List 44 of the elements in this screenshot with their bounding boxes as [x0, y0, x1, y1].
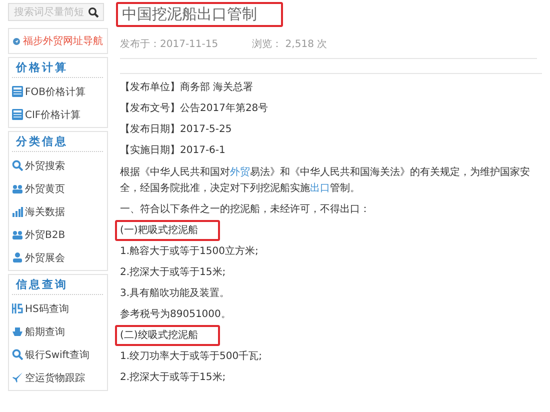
- text-line: 2.挖深大于或等于15米;: [119, 370, 227, 385]
- sidebar-item[interactable]: 外贸搜索: [12, 154, 103, 177]
- person-icon: [12, 252, 23, 263]
- text-line: 一、符合以下条件之一的挖泥船，未经许可，不得出口：: [119, 202, 371, 217]
- sidebar-item[interactable]: 空运货物跟踪: [12, 366, 103, 389]
- text-line: 1.绞刀功率大于或等于500千瓦;: [119, 350, 263, 364]
- sidebar-item[interactable]: 外贸B2B: [12, 223, 103, 246]
- navigation-icon: [13, 36, 20, 46]
- view-count: 浏览： 2,518 次: [252, 38, 328, 51]
- text-line: 3.具有艏吹功能及装置。: [119, 286, 231, 301]
- text-link[interactable]: 外贸: [230, 167, 250, 178]
- search-icon[interactable]: [88, 6, 99, 18]
- bar-chart-icon: [12, 206, 23, 217]
- magnifier-icon: [12, 160, 23, 171]
- sidebar-item[interactable]: 银行Swift查询: [12, 343, 103, 366]
- text-line: 参考税号为89051000。: [119, 308, 232, 322]
- panel-title: 信息查询: [12, 278, 103, 295]
- sidebar-item[interactable]: 外贸黄页: [12, 177, 103, 200]
- calculator-icon: [12, 109, 23, 120]
- sidebar-item[interactable]: 海关数据: [12, 200, 103, 223]
- sidebar-item[interactable]: CIF价格计算: [12, 103, 103, 126]
- sidebar-item[interactable]: 外贸展会: [12, 246, 103, 269]
- sidebar-item[interactable]: FOB价格计算: [12, 80, 103, 103]
- panel-title: 分类信息: [12, 135, 103, 152]
- people-icon: [12, 183, 23, 194]
- article-title: 中国挖泥船出口管制: [116, 2, 283, 27]
- people-icon: [12, 229, 23, 240]
- calculator-icon: [12, 86, 23, 97]
- hs-icon: [12, 303, 23, 314]
- info-field: 【发布单位】商务部 海关总署: [120, 77, 542, 98]
- paragraph: 根据《中华人民共和国对外贸易法》和《中华人民共和国海关法》的有关规定，为维护国家安全，经国务院批准，决定对下列挖泥船实施出口管制。: [120, 166, 531, 196]
- search-field[interactable]: 搜索词尽量简短: [8, 3, 104, 21]
- text-link[interactable]: 出口: [310, 183, 330, 194]
- nav-link[interactable]: 福步外贸网址导航: [23, 34, 103, 48]
- panel-title: 价格计算: [12, 61, 103, 78]
- sidebar-item[interactable]: HS码查询: [12, 297, 103, 320]
- info-field: 【发布日期】2017-5-25: [120, 119, 542, 140]
- magnifier-icon: [12, 349, 23, 360]
- text-line: 2.挖深大于或等于15米;: [119, 266, 227, 280]
- sidebar-item[interactable]: 船期查询: [12, 320, 103, 343]
- info-field: 【实施日期】2017-6-1: [120, 140, 542, 161]
- publish-date: 发布于：2017-11-15: [120, 38, 218, 51]
- text-line: 1.舱容大于或等于1500立方米;: [119, 244, 260, 259]
- info-field: 【发布文号】公告2017年第28号: [120, 98, 542, 119]
